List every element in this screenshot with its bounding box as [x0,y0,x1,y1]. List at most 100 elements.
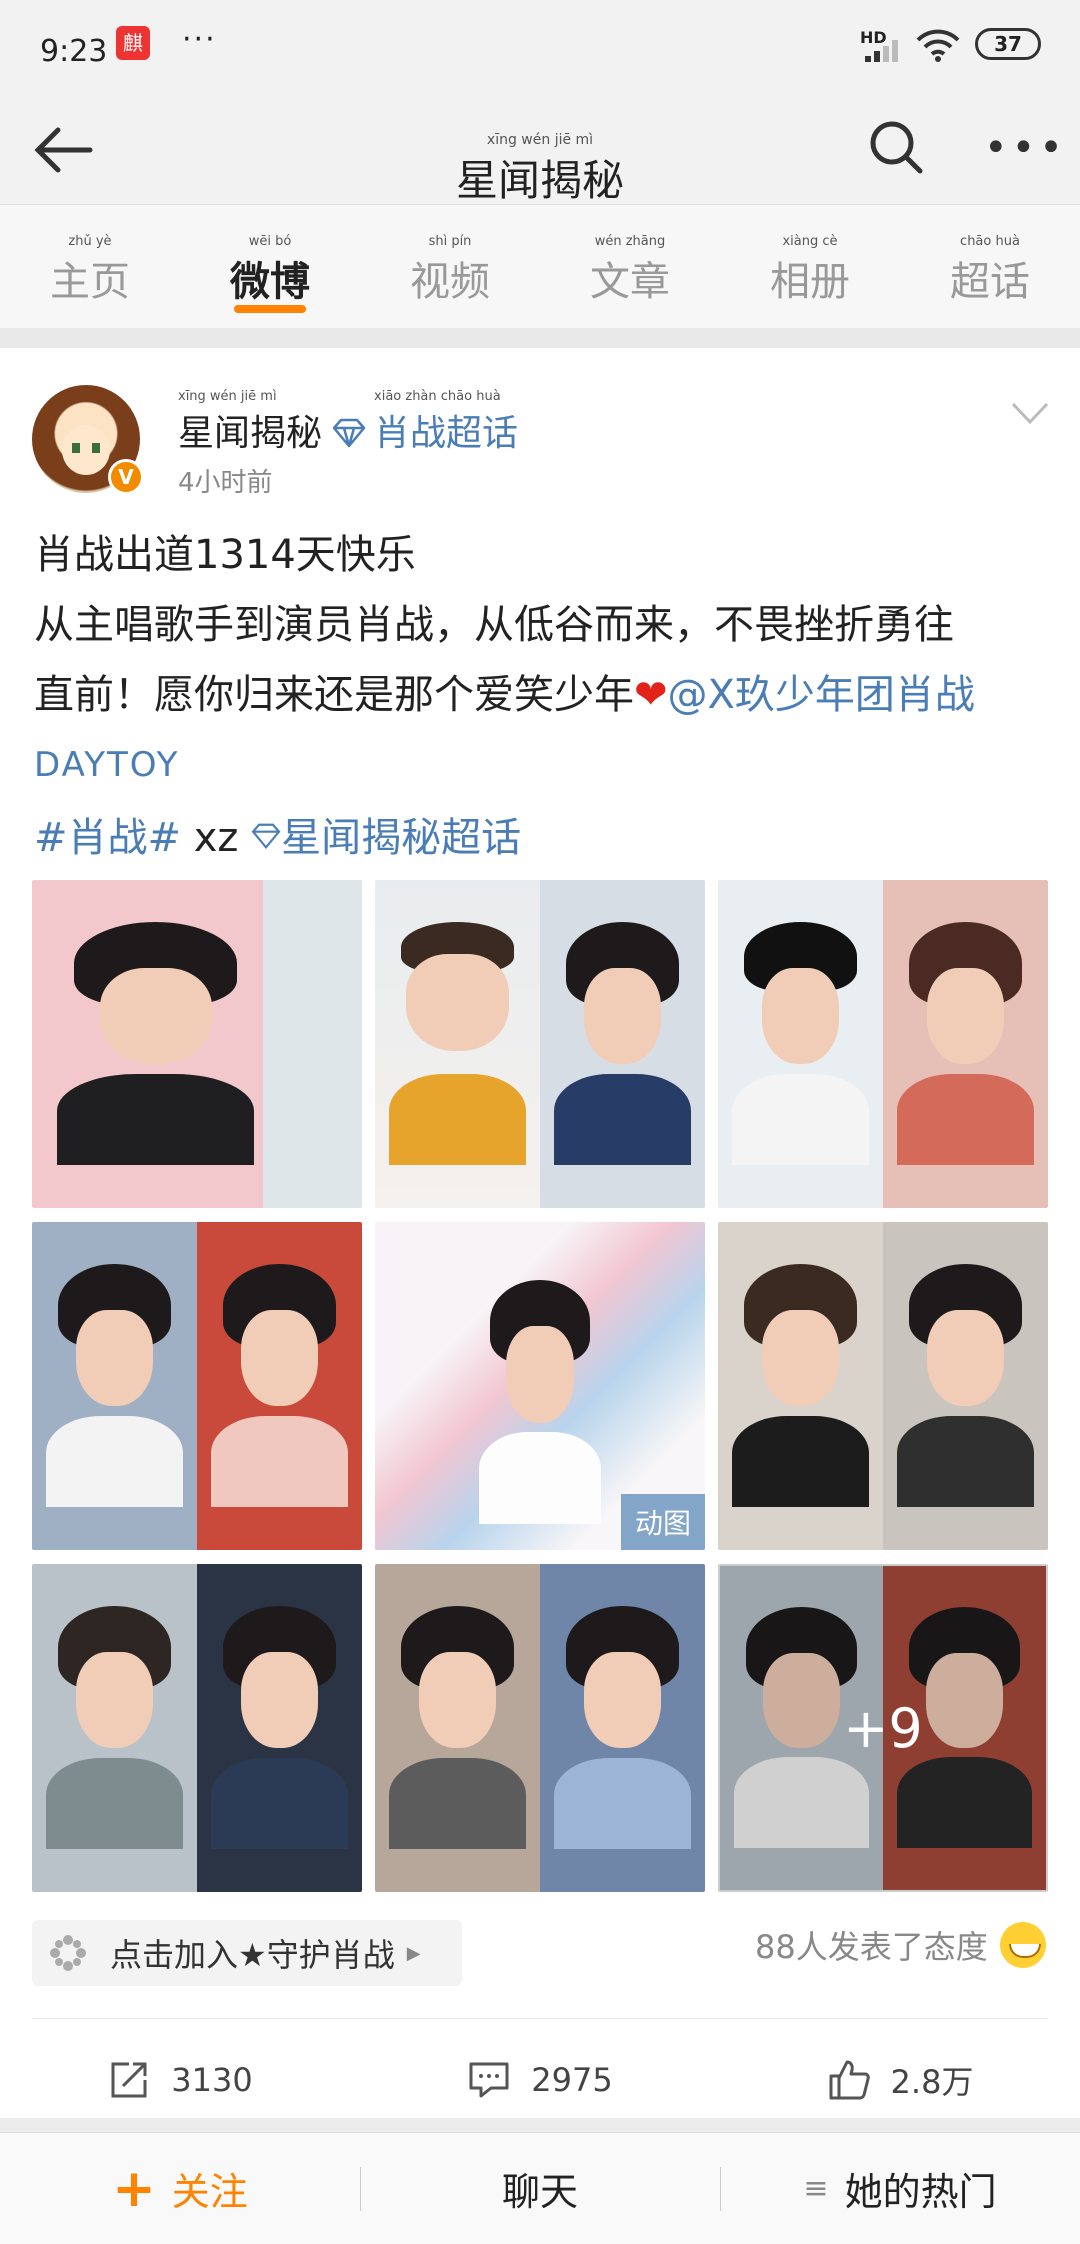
divider [32,2018,1048,2019]
triangle-right-icon: ▶ [406,1942,421,1964]
tab-pinyin: shì pín [428,234,472,249]
tab-articles[interactable]: wén zhāng 文章 [540,205,720,328]
author-name[interactable]: xīng wén jiē mì 星闻揭秘 [178,390,322,456]
profile-tabs: zhǔ yè 主页 wēi bó 微博 shì pín 视频 wén zhāng… [0,205,1080,328]
chat-button[interactable]: 聊天 [360,2133,720,2244]
mention-link[interactable]: @X玖少年团肖战 [668,672,975,718]
photo-person [40,1255,189,1508]
gif-badge: 动图 [620,1494,705,1550]
post-text-line: 从主唱歌手到演员肖战，从低谷而来，不畏挫折勇往 [34,602,954,648]
photo-person [891,913,1040,1166]
post-image-1[interactable] [32,880,362,1208]
follow-button[interactable]: + 关注 [0,2133,360,2244]
chevron-down-icon[interactable] [1010,400,1050,426]
more-options-icon[interactable]: ••• [984,125,1067,171]
supertopic-pinyin: xiāo zhàn chāo huà [374,389,501,404]
supertopic-label: 肖战超话 [374,413,519,454]
tab-label: 主页 [50,259,130,305]
section-separator [0,2118,1080,2132]
thumbs-up-icon [829,2060,870,2100]
tab-label: 文章 [590,259,670,305]
signal-icon [865,40,898,62]
like-count: 2.8万 [890,2063,974,2101]
chat-label: 聊天 [501,2170,578,2214]
app-notification-icon: 麒 [116,26,150,60]
post-actions: 3130 2975 2.8万 [0,2040,1080,2120]
search-icon[interactable] [866,117,926,177]
more-notifications-icon: ··· [182,22,217,57]
tab-supertopic[interactable]: chāo huà 超话 [900,205,1080,328]
more-images-count: +9 [720,1566,1046,1890]
diamond-icon [332,418,366,448]
wifi-icon [916,29,960,62]
image-grid: 动图 +9 [32,880,1048,1892]
post-image-2[interactable] [375,880,705,1208]
tab-label: 微博 [230,259,310,305]
post-image-9[interactable]: +9 [718,1564,1048,1892]
share-icon [111,2062,147,2098]
post-text-segment: 直前！愿你归来还是那个爱笑少年 [34,672,634,718]
post-image-5[interactable]: 动图 [375,1222,705,1550]
attitude-summary[interactable]: 88人发表了态度 [755,1922,1046,1968]
repost-button[interactable]: 3130 [0,2040,360,2120]
tab-home[interactable]: zhǔ yè 主页 [0,205,180,328]
like-button[interactable]: 2.8万 [720,2040,1080,2120]
tab-label: 相册 [770,259,850,305]
photo-person [49,913,264,1166]
section-separator [0,328,1080,348]
topic-link[interactable]: 星闻揭秘超话 [251,815,521,861]
tab-pinyin: wén zhāng [594,234,666,249]
topic-link-label: 星闻揭秘超话 [281,815,522,861]
follow-label: 关注 [171,2170,248,2214]
hot-posts-label: 她的热门 [844,2170,997,2214]
hot-posts-button[interactable]: ≡ 她的热门 [720,2133,1080,2244]
verified-badge-icon: V [108,459,144,495]
supertopic-link[interactable]: xiāo zhàn chāo huà 肖战超话 [332,390,518,456]
post-image-6[interactable] [718,1222,1048,1550]
hashtag-link[interactable]: #肖战# [34,815,181,861]
tab-video[interactable]: shì pín 视频 [360,205,540,328]
plus-icon: + [112,2158,156,2219]
post-image-8[interactable] [375,1564,705,1892]
author-name-text: 星闻揭秘 [178,413,323,454]
photo-person [474,1271,606,1524]
repost-count: 3130 [171,2061,253,2099]
bottom-action-bar: + 关注 聊天 ≡ 她的热门 [0,2132,1080,2244]
post-image-4[interactable] [32,1222,362,1550]
photo-child [383,913,532,1166]
comment-count: 2975 [531,2061,613,2099]
post-image-7[interactable] [32,1564,362,1892]
tab-label: 超话 [950,259,1030,305]
tab-weibo[interactable]: wēi bó 微博 [180,205,360,328]
post-text-line-3: 直前！愿你归来还是那个爱笑少年❤@X玖少年团肖战 [34,660,1054,730]
post-timestamp: 4小时前 [178,468,273,498]
author-pinyin: xīng wén jiē mì [178,389,277,404]
photo-person [40,1597,189,1850]
post-author-row: xīng wén jiē mì 星闻揭秘 xiāo zhàn chāo huà … [178,390,518,456]
mention-link-continuation[interactable]: DAYTOY [34,745,179,785]
diamond-icon [251,823,281,849]
top-nav-bar: xīng wén jiē mì 星闻揭秘 ••• [0,95,1080,205]
avatar[interactable]: V [32,385,144,495]
list-icon: ≡ [803,2171,829,2206]
tab-label: 视频 [410,259,490,305]
tab-pinyin: wēi bó [248,234,292,249]
attitude-text: 88人发表了态度 [755,1928,988,1966]
comment-button[interactable]: 2975 [360,2040,720,2120]
heart-emoji-icon: ❤ [634,672,668,718]
post-extra-text: xz [181,815,252,861]
flower-icon [50,1935,86,1971]
laughing-emoji-icon [999,1922,1046,1968]
join-fanclub-label: 点击加入★守护肖战 [110,1936,395,1974]
join-fanclub-button[interactable]: 点击加入★守护肖战 ▶ [32,1920,462,1986]
battery-icon: 37 [975,28,1041,60]
photo-person [205,1255,354,1508]
post-image-3[interactable] [718,880,1048,1208]
tab-album[interactable]: xiàng cè 相册 [720,205,900,328]
photo-person [548,1597,697,1850]
comment-icon [469,2062,509,2098]
page-title-text: 星闻揭秘 [455,156,624,205]
active-tab-indicator [234,305,306,313]
photo-person [891,1255,1040,1508]
photo-person [726,913,875,1166]
